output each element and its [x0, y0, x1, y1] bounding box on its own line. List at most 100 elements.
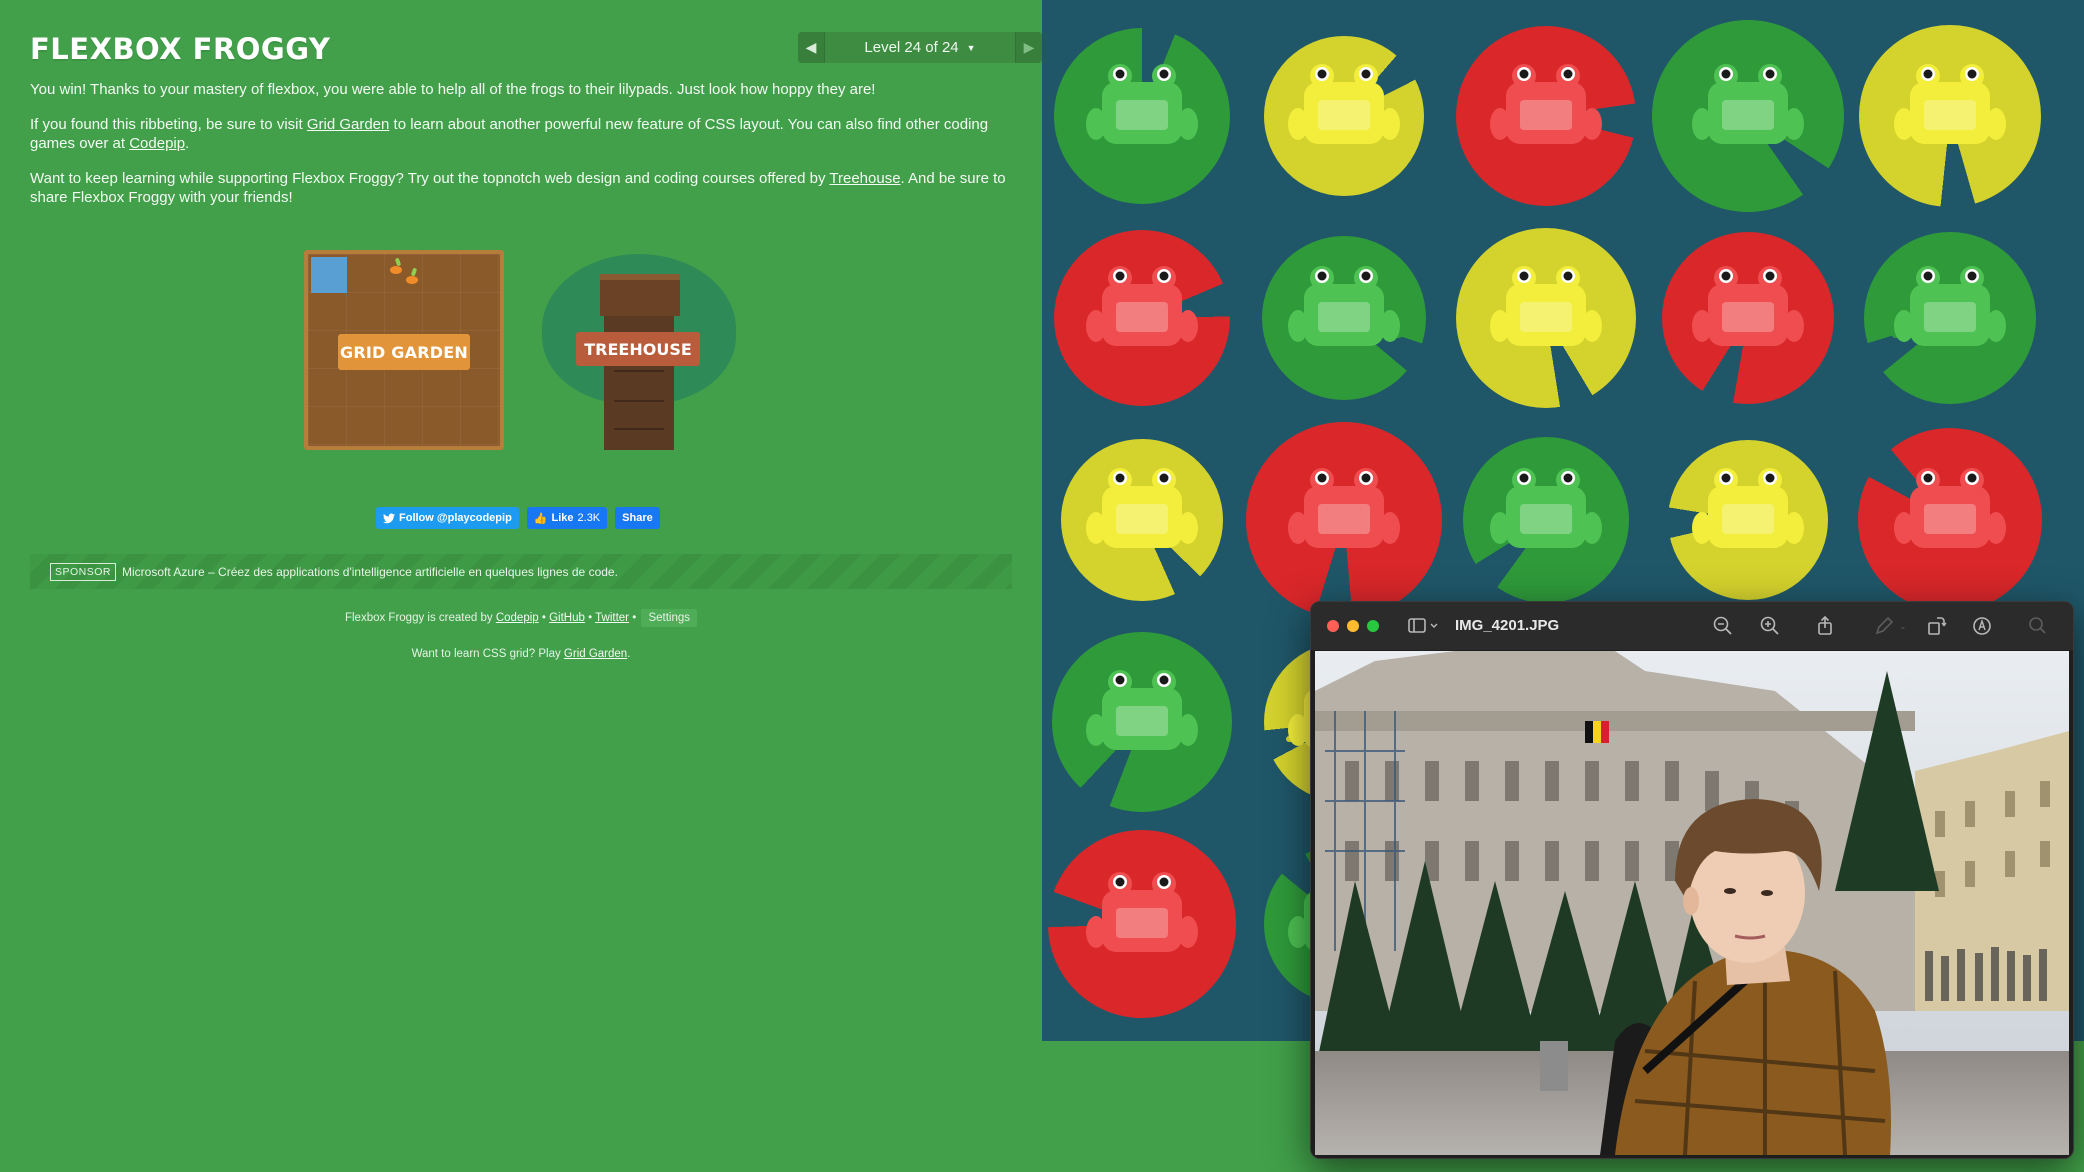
level-navigator: ◀ Level 24 of 24 ▼ ▶	[798, 32, 1042, 63]
lilypad-frog-red	[1648, 218, 1848, 418]
triangle-right-icon: ▶	[1023, 39, 1035, 55]
lilypad-frog-green	[1042, 622, 1242, 822]
annotate-button[interactable]	[1971, 615, 1993, 637]
learn-text: Want to learn CSS grid? Play	[411, 648, 564, 660]
footer-credits: Flexbox Froggy is created by Codepip • G…	[30, 609, 1012, 627]
chevron-down-icon[interactable]: ⌄	[1899, 615, 1911, 637]
promo-cards: GRID GARDEN TREEHOUSE	[304, 250, 764, 470]
win-paragraph-3: Want to keep learning while supporting F…	[30, 169, 1012, 208]
previous-level-button[interactable]: ◀	[798, 32, 825, 63]
minimize-window-button[interactable]	[1347, 620, 1359, 632]
twitter-bird-icon	[383, 513, 395, 523]
trunk-icon	[604, 310, 674, 450]
zoom-out-button[interactable]	[1712, 615, 1734, 637]
text-span: .	[185, 135, 190, 152]
lilypad-frog-red	[1446, 16, 1646, 216]
social-buttons: Follow @playcodepip 👍 Like 2.3K Share	[376, 507, 660, 529]
lilypad-frog-green	[1850, 218, 2050, 418]
lilypad-frog-yellow	[1850, 16, 2050, 216]
preview-window: IMG_4201.JPG ⌄	[1310, 601, 2074, 1159]
separator: •	[588, 612, 593, 624]
win-paragraph-2: If you found this ribbeting, be sure to …	[30, 115, 1012, 154]
annotate-icon	[1973, 617, 1991, 635]
sponsor-tag: SPONSOR	[50, 562, 117, 581]
treehouse-link[interactable]: Treehouse	[829, 170, 900, 187]
facebook-like-button[interactable]: 👍 Like 2.3K	[526, 507, 608, 529]
close-window-button[interactable]	[1327, 620, 1339, 632]
share-icon	[1818, 615, 1832, 635]
frog-icon	[1084, 64, 1200, 144]
twitter-follow-button[interactable]: Follow @playcodepip	[376, 507, 519, 529]
carrot-icon	[390, 266, 402, 274]
treehouse-card[interactable]: TREEHOUSE	[540, 250, 740, 450]
rotate-button[interactable]	[1925, 615, 1947, 637]
like-count: 2.3K	[577, 512, 601, 524]
frog-icon	[1690, 64, 1806, 144]
frog-icon	[1084, 266, 1200, 346]
frog-icon	[1488, 266, 1604, 346]
sponsor-banner[interactable]: SPONSOR Microsoft Azure – Créez des appl…	[30, 554, 1012, 589]
frog-icon	[1892, 266, 2008, 346]
credit-text: Flexbox Froggy is created by	[344, 612, 493, 624]
carrot-icon	[406, 276, 418, 284]
lilypad-frog-red	[1244, 420, 1444, 620]
twitter-follow-label: Follow @playcodepip	[399, 512, 512, 524]
text-span: Want to keep learning while supporting F…	[30, 169, 830, 187]
grid-garden-link[interactable]: Grid Garden	[307, 116, 390, 133]
rotate-icon	[1928, 617, 1947, 635]
markup-icon	[1875, 616, 1894, 635]
lilypad-frog-yellow	[1042, 420, 1242, 620]
lilypad-frog-red	[1850, 420, 2050, 620]
twitter-link[interactable]: Twitter	[595, 612, 629, 624]
sponsor-text: Microsoft Azure – Créez des applications…	[122, 564, 618, 579]
markup-button[interactable]	[1873, 615, 1895, 637]
grid-garden-footer-link[interactable]: Grid Garden	[564, 648, 627, 660]
triangle-left-icon: ◀	[805, 39, 817, 55]
photo-illustration	[1315, 651, 2069, 1155]
frog-icon	[1286, 64, 1402, 144]
lilypad-frog-yellow	[1446, 218, 1646, 418]
level-indicator[interactable]: Level 24 of 24 ▼	[825, 32, 1015, 63]
share-button[interactable]	[1814, 615, 1836, 637]
preview-photo	[1315, 651, 2069, 1155]
thumbs-up-icon: 👍	[533, 512, 548, 525]
settings-button[interactable]: Settings	[641, 609, 698, 627]
search-icon	[2029, 617, 2046, 634]
zoom-out-icon	[1713, 616, 1732, 635]
codepip-footer-link[interactable]: Codepip	[496, 612, 539, 624]
footer-learn: Want to learn CSS grid? Play Grid Garden…	[30, 648, 1012, 660]
sidebar-icon	[1408, 618, 1438, 633]
search-button[interactable]	[2027, 615, 2049, 637]
frog-icon	[1286, 266, 1402, 346]
frog-icon	[1892, 468, 2008, 548]
grid-garden-card[interactable]: GRID GARDEN	[304, 250, 504, 450]
lilypad-frog-green	[1648, 16, 1848, 216]
sidebar-toggle-button[interactable]	[1407, 615, 1441, 637]
caret-down-icon: ▼	[966, 42, 976, 53]
treehouse-label: TREEHOUSE	[576, 332, 700, 366]
water-tile-icon	[311, 257, 347, 293]
win-paragraph-1: You win! Thanks to your mastery of flexb…	[30, 81, 876, 98]
frog-icon	[1084, 670, 1200, 750]
codepip-link[interactable]: Codepip	[129, 135, 185, 152]
share-label: Share	[622, 512, 653, 524]
lilypad-frog-red	[1042, 218, 1242, 418]
frog-icon	[1690, 266, 1806, 346]
zoom-in-button[interactable]	[1759, 615, 1781, 637]
preview-titlebar[interactable]: IMG_4201.JPG ⌄	[1311, 602, 2073, 650]
frog-icon	[1488, 64, 1604, 144]
facebook-share-button[interactable]: Share	[615, 507, 660, 529]
frog-icon	[1084, 468, 1200, 548]
lilypad-frog-green	[1244, 218, 1444, 418]
frog-icon	[1690, 468, 1806, 548]
frog-icon	[1084, 872, 1200, 952]
lilypad-frog-red	[1042, 824, 1242, 1024]
separator: •	[632, 612, 637, 624]
zoom-window-button[interactable]	[1367, 620, 1379, 632]
separator: •	[541, 612, 546, 624]
treehouse-icon	[600, 274, 680, 316]
preview-filename: IMG_4201.JPG	[1455, 617, 1560, 634]
frog-icon	[1286, 468, 1402, 548]
github-link[interactable]: GitHub	[549, 612, 585, 624]
next-level-button[interactable]: ▶	[1015, 32, 1042, 63]
